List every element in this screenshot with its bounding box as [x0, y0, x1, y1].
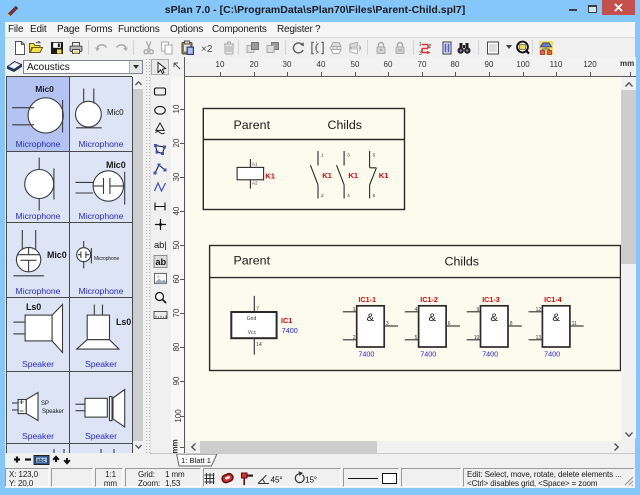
svg-text:6: 6 [448, 321, 451, 327]
svg-text:IC1-4: IC1-4 [544, 295, 562, 304]
svg-text:10: 10 [474, 335, 480, 341]
svg-text:3: 3 [347, 153, 350, 159]
svg-text:IC1-1: IC1-1 [358, 295, 376, 304]
svg-text:14: 14 [256, 342, 262, 348]
svg-text:1: 1 [419, 42, 422, 48]
svg-text:&: & [429, 312, 437, 324]
svg-text:&: & [367, 312, 375, 324]
svg-text:6: 6 [373, 193, 376, 199]
svg-text:IC1: IC1 [281, 316, 292, 325]
svg-text:A1: A1 [252, 161, 258, 166]
svg-text:7400: 7400 [544, 349, 560, 358]
svg-text:13: 13 [536, 335, 542, 341]
svg-text:K1: K1 [348, 171, 358, 180]
svg-text:Childs: Childs [328, 118, 362, 132]
svg-text:4: 4 [347, 193, 350, 199]
svg-text:1: 1 [321, 153, 324, 159]
svg-text:7: 7 [256, 307, 259, 313]
svg-text:1: Blatt 1: 1: Blatt 1 [181, 456, 211, 465]
svg-text:Gnd: Gnd [247, 316, 257, 322]
svg-text:9: 9 [477, 307, 480, 313]
svg-text:7400: 7400 [482, 349, 498, 358]
svg-text:15°: 15° [305, 476, 317, 485]
svg-text:2: 2 [429, 44, 432, 50]
svg-text:7400: 7400 [358, 349, 374, 358]
svg-text:7400: 7400 [420, 349, 436, 358]
svg-text:7400: 7400 [282, 326, 298, 335]
svg-text:K1: K1 [265, 172, 275, 181]
svg-text:abc: abc [37, 458, 46, 464]
svg-text:8: 8 [510, 321, 513, 327]
svg-text:2: 2 [353, 335, 356, 341]
svg-text:×2: ×2 [201, 44, 213, 55]
svg-text:IC1-3: IC1-3 [482, 295, 500, 304]
svg-text:11: 11 [572, 321, 577, 327]
svg-text:1: 1 [353, 307, 356, 313]
svg-text:K1: K1 [322, 171, 332, 180]
svg-text:Parent: Parent [234, 253, 271, 267]
svg-text:45°: 45° [271, 476, 283, 485]
svg-text:ab: ab [155, 257, 166, 267]
svg-text:Childs: Childs [445, 254, 479, 268]
svg-text:2: 2 [321, 193, 324, 199]
svg-text:3: 3 [386, 321, 389, 327]
svg-text:ab|: ab| [154, 240, 167, 250]
svg-text:Parent: Parent [234, 118, 271, 132]
svg-text:Vcc: Vcc [248, 330, 257, 336]
svg-text:K1: K1 [379, 171, 389, 180]
svg-text:&: & [552, 312, 560, 324]
svg-text:4: 4 [415, 307, 418, 313]
svg-text:&: & [490, 312, 498, 324]
svg-text:5: 5 [373, 153, 376, 159]
svg-text:IC1-2: IC1-2 [420, 295, 438, 304]
svg-text:5: 5 [415, 335, 418, 341]
svg-text:12: 12 [536, 307, 542, 313]
svg-text:A2: A2 [252, 181, 258, 186]
